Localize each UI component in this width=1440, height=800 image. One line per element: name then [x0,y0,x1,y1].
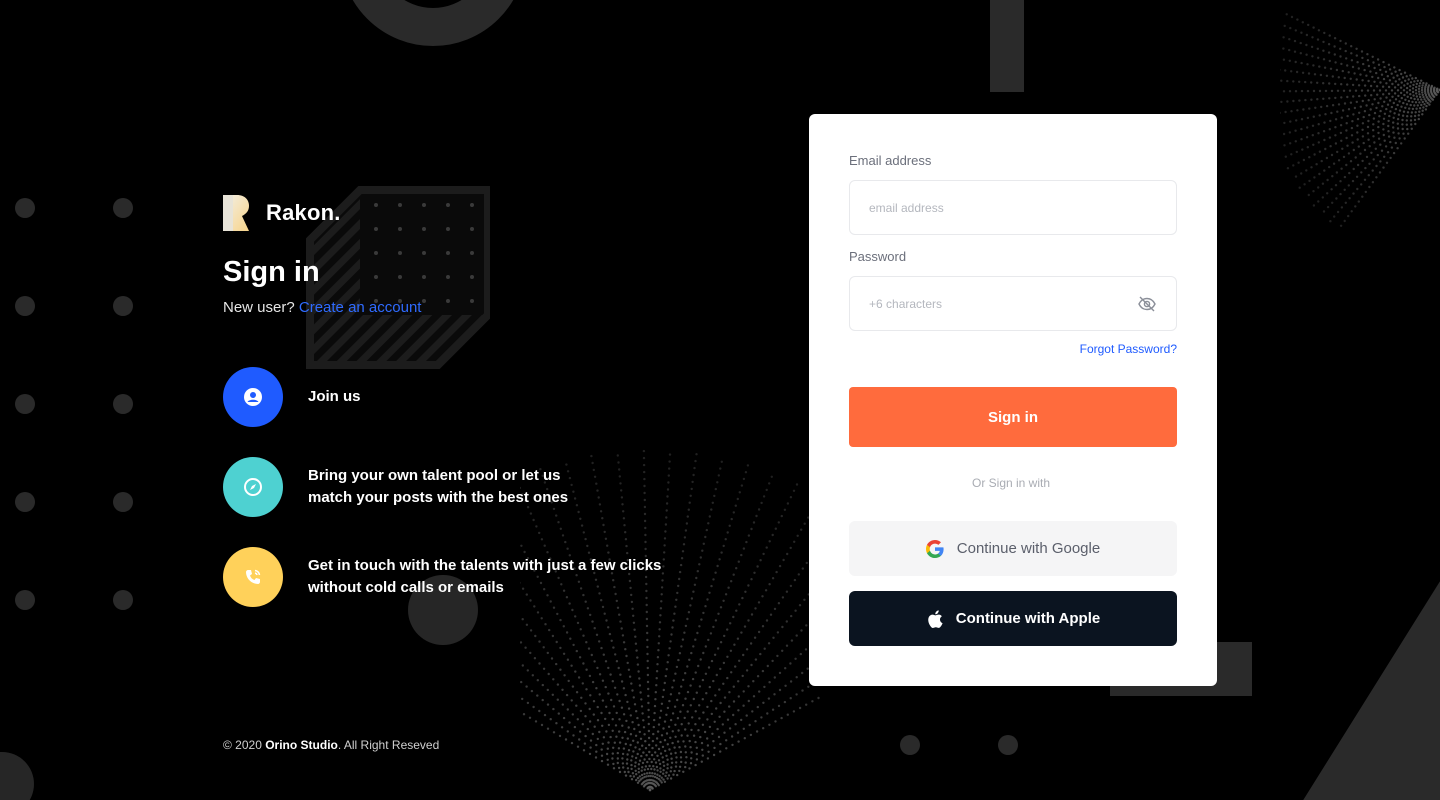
decor-dot [113,198,133,218]
email-label: Email address [849,153,932,168]
email-field-wrapper [849,180,1177,235]
feature-text-line: without cold calls or emails [308,579,504,596]
decorative-background [0,0,1440,800]
feature-text-line: Get in touch with the talents with just … [308,557,662,574]
new-user-line: New user? Create an account [223,299,421,316]
forgot-password-link[interactable]: Forgot Password? [1080,342,1177,356]
brand-name: Rakon. [266,200,341,225]
compass-icon [223,457,283,517]
apple-icon [928,609,943,628]
decor-circle-corner [0,752,34,800]
user-icon [223,367,283,427]
decor-dot [998,735,1018,755]
phone-icon [223,547,283,607]
feature-text: Bring your own talent pool or let us mat… [308,465,568,509]
decor-dot [15,492,35,512]
sign-in-button[interactable]: Sign in [849,387,1177,447]
create-account-link[interactable]: Create an account [299,299,422,316]
decor-ring [340,0,526,46]
decor-dot [15,296,35,316]
apple-button-label: Continue with Apple [955,610,1101,627]
email-field[interactable] [850,181,1176,234]
password-field-wrapper [849,276,1177,331]
decor-dot [113,590,133,610]
feature-text-line: match your posts with the best ones [308,489,569,506]
footer-studio: Orino Studio [265,738,338,752]
decor-triangle [1292,578,1440,800]
decor-dot [113,394,133,414]
continue-with-google-button[interactable]: Continue with Google [849,521,1177,576]
continue-with-apple-button[interactable]: Continue with Apple [849,591,1177,646]
decor-dot [113,296,133,316]
feature-text: Join us [308,388,361,405]
new-user-text: New user? [223,299,299,316]
password-label: Password [849,249,907,264]
decor-dot-spray [1280,13,1440,227]
google-button-label: Continue with Google [956,540,1101,557]
footer-suffix: . All Right Reseved [337,738,440,752]
decor-dot [113,492,133,512]
sign-in-card: Email address Password Forgot Password? … [809,114,1217,686]
feature-get-in-touch: Get in touch with the talents with just … [223,547,661,607]
feature-text: Get in touch with the talents with just … [308,555,661,599]
page-title: Sign in [223,256,320,288]
footer-prefix: © 2020 [223,738,266,752]
google-icon [925,539,944,558]
decor-dot [15,394,35,414]
decor-bar [990,0,1024,92]
brand-logo-icon [223,195,249,231]
feature-join-us: Join us [223,367,361,427]
decor-dot [900,735,920,755]
or-sign-in-with: Or Sign in with [971,476,1051,490]
footer: © 2020 Orino Studio. All Right Reseved [223,738,439,752]
decor-dot [15,590,35,610]
feature-talent-pool: Bring your own talent pool or let us mat… [223,457,568,517]
decor-dot [15,198,35,218]
password-field[interactable] [850,277,1176,330]
brand: Rakon. [223,195,341,231]
feature-text-line: Bring your own talent pool or let us [308,467,561,484]
eye-off-icon[interactable] [1138,296,1156,312]
